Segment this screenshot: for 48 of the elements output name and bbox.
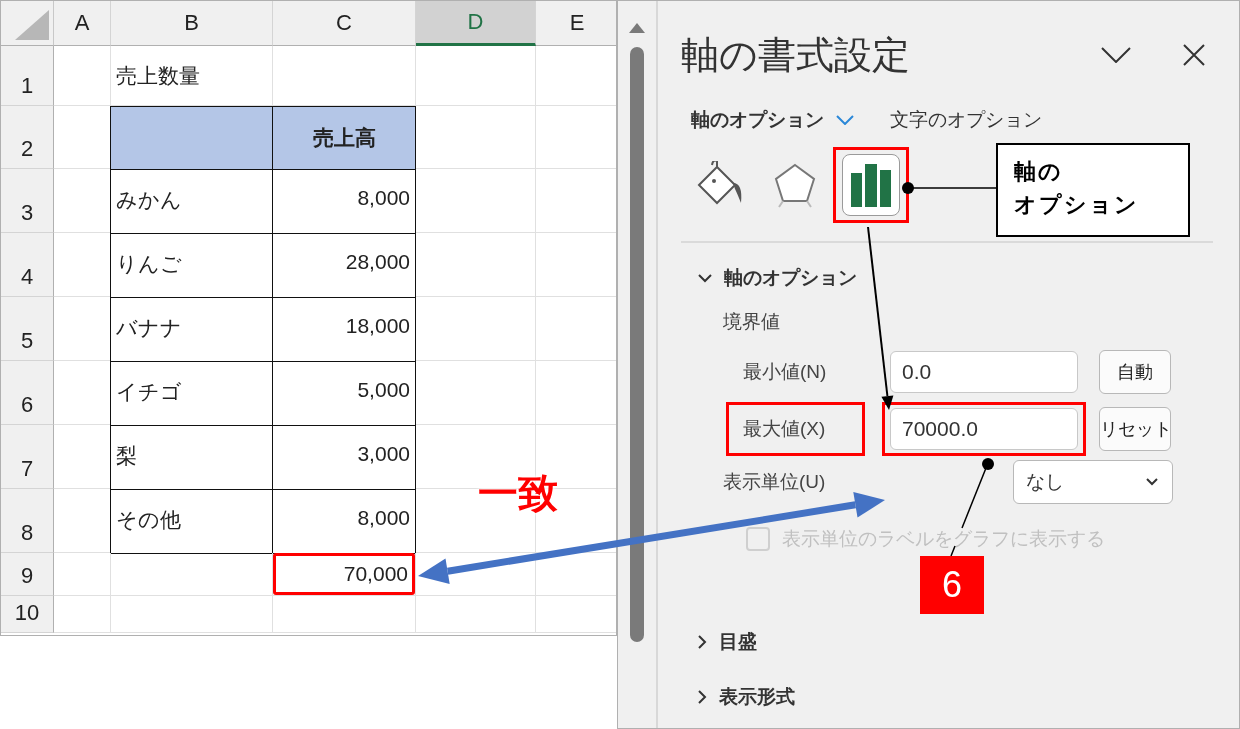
- chevron-down-icon[interactable]: [1101, 47, 1131, 63]
- chevron-right-icon[interactable]: [698, 689, 707, 704]
- table-cell: 70,000: [273, 553, 415, 595]
- table-cell: 8,000: [272, 489, 416, 554]
- input-field[interactable]: 70000.0: [890, 408, 1078, 450]
- row-header[interactable]: 10: [1, 596, 54, 633]
- pentagon-icon: [773, 161, 817, 209]
- section-title[interactable]: 表示形式: [719, 683, 795, 710]
- field-label: 最小値(N): [742, 360, 828, 384]
- table-cell: その他: [110, 489, 273, 554]
- input-field[interactable]: 0.0: [890, 351, 1078, 393]
- callout-label: 軸の オプション: [996, 143, 1190, 237]
- column-header[interactable]: D: [416, 1, 536, 46]
- panel-title: 軸の書式設定: [681, 32, 911, 78]
- row-header[interactable]: 5: [1, 297, 54, 361]
- section-title[interactable]: 目盛: [719, 628, 757, 655]
- field-button[interactable]: リセット: [1099, 407, 1171, 451]
- step-badge: 6: [920, 556, 984, 614]
- column-header[interactable]: E: [536, 1, 616, 46]
- chevron-down-icon: [1146, 478, 1158, 486]
- tab[interactable]: 軸のオプション: [691, 107, 824, 133]
- tab[interactable]: 文字のオプション: [890, 107, 1042, 133]
- row-header[interactable]: 6: [1, 361, 54, 425]
- row-header[interactable]: 2: [1, 106, 54, 169]
- section-title[interactable]: 軸のオプション: [724, 265, 857, 291]
- row-header[interactable]: 1: [1, 46, 54, 106]
- table-cell: 売上高: [272, 106, 416, 170]
- field-label: 表示単位(U): [723, 470, 826, 494]
- row-header[interactable]: 7: [1, 425, 54, 489]
- row-header[interactable]: 8: [1, 489, 54, 553]
- bar-chart-icon: [850, 163, 892, 207]
- close-icon[interactable]: [1183, 44, 1205, 66]
- row-header[interactable]: 4: [1, 233, 54, 297]
- field-button[interactable]: 自動: [1099, 350, 1171, 394]
- column-header[interactable]: B: [111, 1, 273, 46]
- chevron-right-icon[interactable]: [698, 634, 707, 649]
- annotation-label: 一致: [478, 470, 558, 517]
- row-header[interactable]: 9: [1, 553, 54, 596]
- column-header[interactable]: C: [273, 1, 416, 46]
- row-header[interactable]: 3: [1, 169, 54, 233]
- group-label: 境界値: [723, 310, 781, 334]
- column-header[interactable]: A: [54, 1, 111, 46]
- scroll-up-icon[interactable]: [629, 23, 645, 33]
- scrollbar-thumb[interactable]: [630, 47, 644, 642]
- dropdown[interactable]: なし: [1013, 460, 1173, 504]
- field-label: 最大値(X): [726, 402, 865, 456]
- icon-tab[interactable]: [842, 154, 900, 216]
- chevron-down-icon[interactable]: [698, 273, 712, 283]
